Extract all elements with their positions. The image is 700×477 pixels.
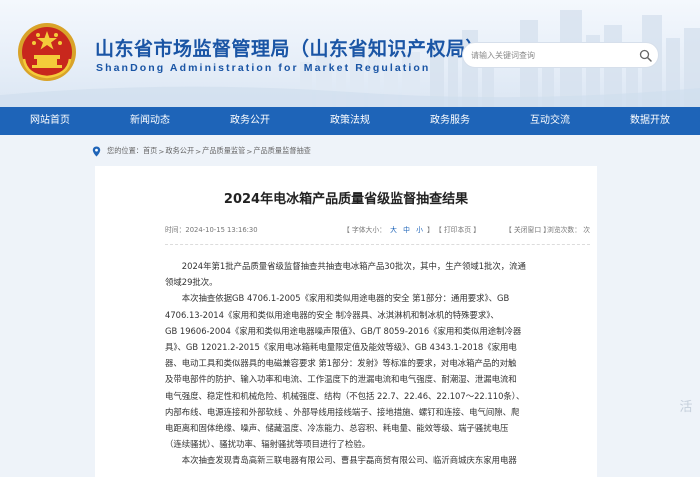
paragraph-line: 本次抽查发现青岛高新三联电器有限公司、曹县宇磊商贸有限公司、临沂商城庆东家用电器 xyxy=(181,455,517,466)
nav-item-public-affairs[interactable]: 政务公开 xyxy=(200,107,300,135)
nav-item-interaction[interactable]: 互动交流 xyxy=(500,107,600,135)
search-input[interactable] xyxy=(471,46,621,64)
close-window-button[interactable]: 【 关闭窗口 】 xyxy=(505,224,550,234)
font-large-button[interactable]: 大 xyxy=(390,226,397,234)
paragraph-line: 内部布线、电源连接和外部软线 、外部导线用接线端子、接地措施、螺钉和连接、电气间… xyxy=(165,406,520,417)
meta-divider xyxy=(165,244,590,245)
font-medium-button[interactable]: 中 xyxy=(403,226,410,234)
breadcrumb-prefix: 您的位置： xyxy=(107,146,143,155)
breadcrumb-spot-check[interactable]: 产品质量监督抽查 xyxy=(253,146,311,156)
search-icon xyxy=(639,49,652,62)
nav-item-home[interactable]: 网站首页 xyxy=(0,107,100,135)
header-banner: 山东省市场监督管理局（山东省知识产权局） ShanDong Administra… xyxy=(0,0,700,107)
font-size-suffix: 】 xyxy=(427,226,434,234)
paragraph-1: 2024年第1批产品质量省级监督抽查共抽查电冰箱产品30批次，其中，生产领域1批… xyxy=(165,258,593,290)
article-meta: 时间：2024-10-15 13:16:30 【 字体大小： 大 中 小 】 【… xyxy=(165,224,590,236)
nav-item-news[interactable]: 新闻动态 xyxy=(100,107,200,135)
article-card: 2024年电冰箱产品质量省级监督抽查结果 时间：2024-10-15 13:16… xyxy=(95,166,597,477)
breadcrumb-home[interactable]: 首页 xyxy=(143,146,157,156)
breadcrumb-public-affairs[interactable]: 政务公开 xyxy=(165,146,194,156)
search-button[interactable] xyxy=(636,46,654,64)
breadcrumb-quality-supervision[interactable]: 产品质量监管 xyxy=(202,146,245,156)
breadcrumb-separator: > xyxy=(158,146,165,156)
paragraph-line: （连续骚扰）、骚扰功率、辐射骚扰等项目进行了检验。 xyxy=(165,439,371,450)
nav-item-open-data[interactable]: 数据开放 xyxy=(600,107,700,135)
nav-item-policies[interactable]: 政策法规 xyxy=(300,107,400,135)
publish-time: 时间：2024-10-15 13:16:30 xyxy=(165,226,258,234)
paragraph-line: 具》、GB 12021.2-2015《家用电冰箱耗电量限定值及能效等级》、GB … xyxy=(165,342,517,353)
paragraph-line: 本次抽查依据GB 4706.1-2005《家用和类似用途电器的安全 第1部分：通… xyxy=(181,293,510,304)
paragraph-line: 器、电动工具和类似器具的电磁兼容要求 第1部分：发射》等标准的要求，对电冰箱产品… xyxy=(165,358,517,369)
article-title: 2024年电冰箱产品质量省级监督抽查结果 xyxy=(223,192,469,207)
paragraph-line: 2024年第1批产品质量省级监督抽查共抽查电冰箱产品30批次，其中，生产领域1批… xyxy=(181,261,526,271)
view-count: 浏览次数： 次 xyxy=(547,226,590,234)
paragraph-line: 及带电部件的防护、输入功率和电流、工作温度下的泄漏电流和电气强度、耐潮湿、泄漏电… xyxy=(165,374,517,385)
print-button[interactable]: 【 打印本页 】 xyxy=(435,224,480,234)
breadcrumb-separator: > xyxy=(246,146,253,156)
font-size-control: 【 字体大小： 大 中 小 】 xyxy=(343,224,434,234)
font-small-button[interactable]: 小 xyxy=(416,226,423,234)
paragraph-line: 电气强度、稳定性和机械危险、机械强度、结构（不包括 22.7、22.46、22.… xyxy=(165,390,525,401)
breadcrumb: 您的位置： 首页 > 政务公开 > 产品质量监管 > 产品质量监督抽查 xyxy=(92,145,311,157)
article-body: 2024年第1批产品质量省级监督抽查共抽查电冰箱产品30批次，其中，生产领域1批… xyxy=(165,258,593,469)
font-size-label: 【 字体大小： xyxy=(343,226,386,234)
paragraph-line: 电距离和固体绝缘、噪声、储藏温度、冷冻能力、总容积、耗电量、能效等级、端子骚扰电… xyxy=(165,423,509,434)
nav-item-services[interactable]: 政务服务 xyxy=(400,107,500,135)
paragraph-line: GB 19606-2004《家用和类似用途电器噪声限值》、GB/T 8059-2… xyxy=(165,325,522,336)
paragraph-line: 4706.13-2014《家用和类似用途电器的安全 制冷器具、冰淇淋机和制冰机的… xyxy=(165,309,499,320)
paragraph-2: 本次抽查依据GB 4706.1-2005《家用和类似用途电器的安全 第1部分：通… xyxy=(165,290,593,452)
search-box xyxy=(462,42,659,68)
side-watermark: 活 xyxy=(679,400,693,415)
national-emblem-logo xyxy=(18,23,76,81)
location-pin-icon xyxy=(92,146,101,156)
breadcrumb-separator: > xyxy=(195,146,202,156)
site-subtitle: ShanDong Administration for Market Regul… xyxy=(96,62,431,74)
main-nav: 网站首页 新闻动态 政务公开 政策法规 政务服务 互动交流 数据开放 xyxy=(0,107,700,135)
paragraph-3: 本次抽查发现青岛高新三联电器有限公司、曹县宇磊商贸有限公司、临沂商城庆东家用电器 xyxy=(165,452,593,468)
site-title: 山东省市场监督管理局（山东省知识产权局） xyxy=(95,38,486,60)
paragraph-line: 领域29批次。 xyxy=(165,277,218,288)
